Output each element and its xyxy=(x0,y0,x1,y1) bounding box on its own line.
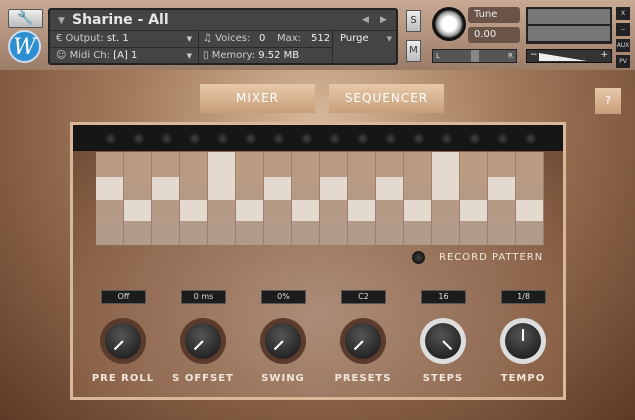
pv-button[interactable]: PV xyxy=(616,55,630,68)
step-led xyxy=(384,132,397,145)
step-led-row xyxy=(73,125,563,151)
output-select[interactable]: € Output: st. 1 ▼ xyxy=(56,31,196,47)
step-led xyxy=(160,132,173,145)
close-button[interactable]: X xyxy=(616,7,630,20)
control-label: TEMPO xyxy=(500,373,546,384)
step-column[interactable] xyxy=(236,152,264,245)
kontakt-header: 🔧 W ▼ Sharine - All ◀ ▶ € Output: st. 1 ▼… xyxy=(0,0,635,70)
step-value xyxy=(376,177,403,200)
step-value xyxy=(348,200,375,221)
step-led xyxy=(440,132,453,145)
logo: W xyxy=(8,30,41,63)
step-column[interactable] xyxy=(348,152,376,245)
step-led xyxy=(412,132,425,145)
control-value-display: 1/8 xyxy=(501,290,546,304)
help-button[interactable]: ? xyxy=(595,88,621,114)
step-led xyxy=(132,132,145,145)
step-column[interactable] xyxy=(404,152,432,245)
tab-mixer[interactable]: MIXER xyxy=(200,84,315,113)
step-led xyxy=(188,132,201,145)
step-value xyxy=(404,200,431,221)
step-value xyxy=(96,177,123,200)
volume-slider[interactable]: − + xyxy=(526,49,612,63)
instrument-panel: ▼ Sharine - All ◀ ▶ € Output: st. 1 ▼ ☺ M… xyxy=(48,8,398,65)
step-value xyxy=(516,200,543,221)
control-knob[interactable] xyxy=(340,318,386,364)
step-value xyxy=(236,200,263,221)
dropdown-icon[interactable]: ▼ xyxy=(58,16,65,26)
step-value xyxy=(320,177,347,200)
control-value-display: C2 xyxy=(341,290,386,304)
control-label: PRESETS xyxy=(334,373,392,384)
control-knob[interactable] xyxy=(180,318,226,364)
step-value xyxy=(264,177,291,200)
control-label: S OFFSET xyxy=(172,373,234,384)
step-column[interactable] xyxy=(460,152,488,245)
memory-readout: ▯ Memory: 9.52 MB xyxy=(203,50,300,61)
control-label: SWING xyxy=(261,373,305,384)
voices-readout: ♫ Voices: 0 Max: 512 xyxy=(203,33,331,44)
midi-select[interactable]: ☺ Midi Ch: [A] 1 ▼ xyxy=(56,48,196,64)
step-column[interactable] xyxy=(376,152,404,245)
step-column[interactable] xyxy=(180,152,208,245)
step-led xyxy=(216,132,229,145)
step-value xyxy=(292,200,319,221)
step-column[interactable] xyxy=(516,152,544,245)
control-value-display: 0 ms xyxy=(181,290,226,304)
step-led xyxy=(468,132,481,145)
minimize-button[interactable]: − xyxy=(616,23,630,36)
step-value xyxy=(460,200,487,221)
step-led xyxy=(356,132,369,145)
solo-button[interactable]: S xyxy=(406,10,421,32)
purge-button[interactable]: Purge ▼ xyxy=(340,31,394,47)
step-value xyxy=(124,200,151,221)
prev-icon[interactable]: ◀ xyxy=(362,15,369,25)
step-value xyxy=(152,177,179,200)
record-pattern-label: RECORD PATTERN xyxy=(439,252,544,263)
control-knob[interactable] xyxy=(420,318,466,364)
next-icon[interactable]: ▶ xyxy=(380,15,387,25)
control-label: PRE ROLL xyxy=(91,373,155,384)
control-value-display: Off xyxy=(101,290,146,304)
step-value xyxy=(432,152,459,200)
step-led xyxy=(328,132,341,145)
control-value-display: 16 xyxy=(421,290,466,304)
control-knob[interactable] xyxy=(100,318,146,364)
wrench-icon[interactable]: 🔧 xyxy=(8,9,43,28)
step-column[interactable] xyxy=(488,152,516,245)
step-led xyxy=(300,132,313,145)
sequencer-panel: RECORD PATTERN Off PRE ROLL 0 ms S OFFSET… xyxy=(70,122,566,400)
aux-button[interactable]: AUX xyxy=(616,39,630,52)
step-column[interactable] xyxy=(292,152,320,245)
step-column[interactable] xyxy=(320,152,348,245)
tab-sequencer[interactable]: SEQUENCER xyxy=(329,84,444,113)
step-column[interactable] xyxy=(152,152,180,245)
tune-knob[interactable] xyxy=(432,7,466,41)
step-value xyxy=(180,200,207,221)
step-column[interactable] xyxy=(96,152,124,245)
tune-value[interactable]: 0.00 xyxy=(468,27,520,43)
instrument-title: Sharine - All xyxy=(72,12,169,28)
mute-button[interactable]: M xyxy=(406,40,421,62)
tune-label: Tune xyxy=(468,7,520,23)
pan-slider[interactable]: LR xyxy=(432,49,517,63)
step-column[interactable] xyxy=(208,152,236,245)
record-led[interactable] xyxy=(412,251,425,264)
step-led xyxy=(244,132,257,145)
step-led xyxy=(272,132,285,145)
control-knob[interactable] xyxy=(260,318,306,364)
step-column[interactable] xyxy=(124,152,152,245)
control-knob[interactable] xyxy=(500,318,546,364)
step-led xyxy=(104,132,117,145)
step-column[interactable] xyxy=(264,152,292,245)
control-label: STEPS xyxy=(422,373,464,384)
step-value xyxy=(208,152,235,200)
step-column[interactable] xyxy=(432,152,460,245)
level-meter xyxy=(526,7,612,44)
step-led xyxy=(496,132,509,145)
step-led xyxy=(524,132,537,145)
step-value xyxy=(488,177,515,200)
control-value-display: 0% xyxy=(261,290,306,304)
